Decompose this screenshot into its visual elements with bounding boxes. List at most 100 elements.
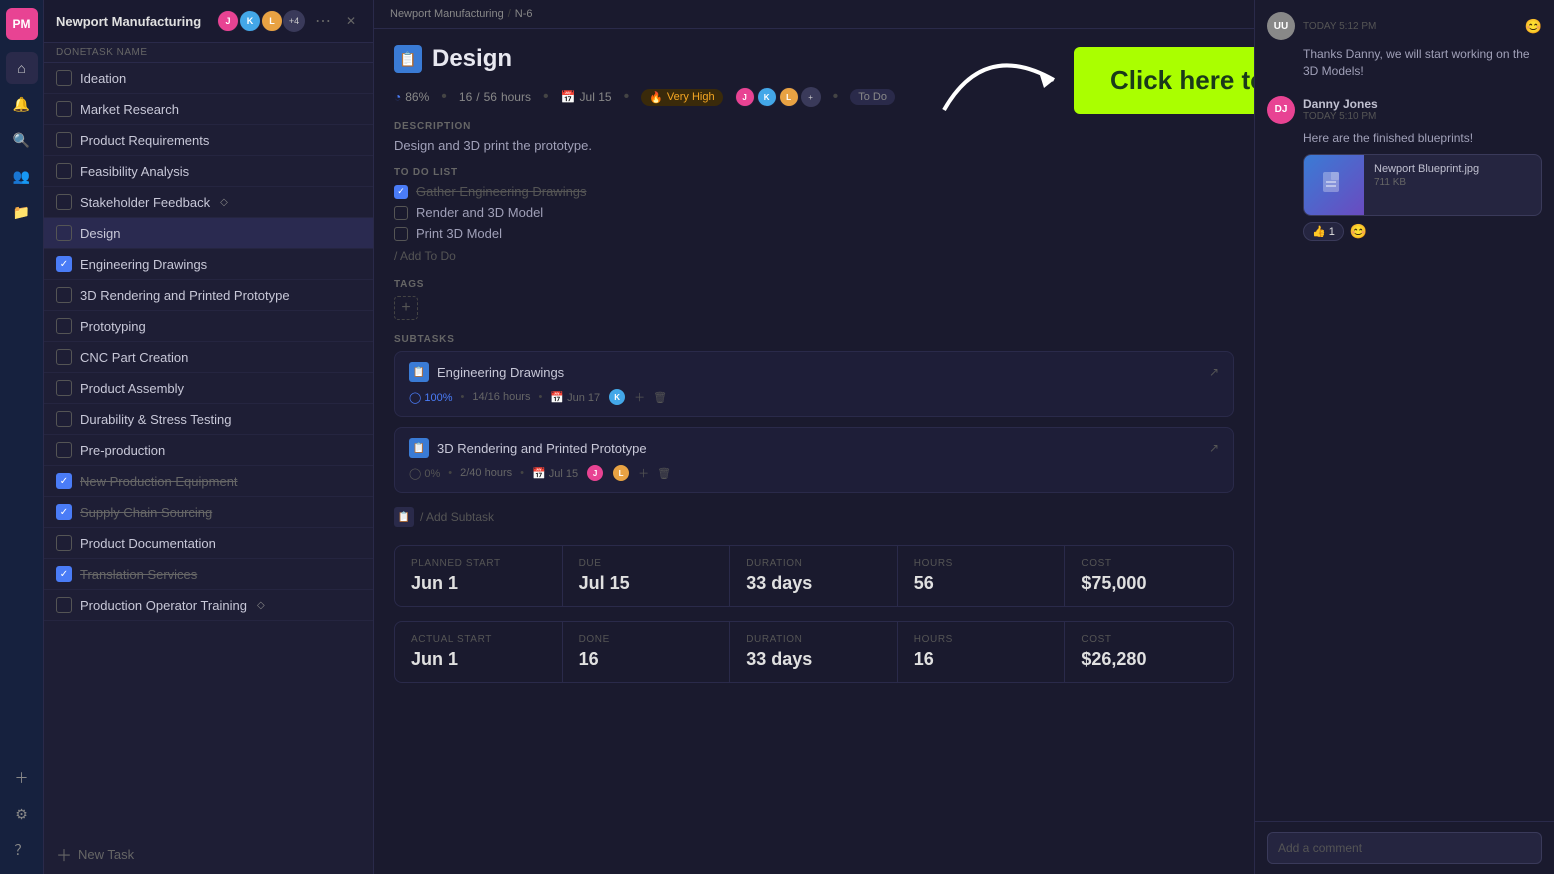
subtask-add-assignee-3d[interactable]: ＋ bbox=[638, 465, 649, 481]
sidebar-icon-search[interactable]: 🔍 bbox=[6, 124, 38, 156]
add-task-row[interactable]: ＋ New Task bbox=[44, 834, 373, 874]
attachment-thumb bbox=[1304, 155, 1364, 215]
attachment-card[interactable]: Newport Blueprint.jpg 711 KB bbox=[1303, 154, 1542, 216]
external-link-icon-engineering[interactable]: ↗ bbox=[1209, 365, 1219, 379]
sidebar-icon-add[interactable]: ＋ bbox=[6, 762, 38, 794]
task-item[interactable]: Product Requirements bbox=[44, 125, 373, 156]
task-checkbox-cnc[interactable] bbox=[56, 349, 72, 365]
add-subtask-row[interactable]: 📋 / Add Subtask bbox=[394, 503, 1234, 531]
task-item[interactable]: Market Research bbox=[44, 94, 373, 125]
assignee-avatar-1: J bbox=[735, 87, 755, 107]
sidebar-icon-people[interactable]: 👥 bbox=[6, 160, 38, 192]
task-item-cnc[interactable]: CNC Part Creation bbox=[44, 342, 373, 373]
task-checkbox-translation[interactable]: ✓ bbox=[56, 566, 72, 582]
meta-progress: ◔ 86% bbox=[394, 90, 429, 104]
duration-label: DURATION bbox=[746, 558, 881, 569]
task-checkbox-ideation[interactable] bbox=[56, 70, 72, 86]
planned-stats-row: PLANNED START Jun 1 DUE Jul 15 DURATION … bbox=[394, 545, 1234, 607]
more-options-icon[interactable]: ⋯ bbox=[313, 11, 333, 31]
stat-done: DONE 16 bbox=[563, 622, 731, 682]
task-item-preproduction[interactable]: Pre-production bbox=[44, 435, 373, 466]
progress-icon: ◔ bbox=[394, 90, 401, 104]
sidebar-icon-settings[interactable]: ⚙ bbox=[6, 798, 38, 830]
task-name-market-research: Market Research bbox=[80, 102, 179, 117]
task-checkbox-3d[interactable] bbox=[56, 287, 72, 303]
task-item-new-equipment[interactable]: ✓ New Production Equipment bbox=[44, 466, 373, 497]
todo-text-gather: Gather Engineering Drawings bbox=[416, 184, 587, 199]
todo-check-render[interactable] bbox=[394, 206, 408, 220]
task-checkbox-product-doc[interactable] bbox=[56, 535, 72, 551]
reaction-thumbs-up[interactable]: 👍 1 bbox=[1303, 222, 1344, 241]
subtask-name-engineering[interactable]: Engineering Drawings bbox=[437, 365, 564, 380]
hours-label: HOURS bbox=[914, 558, 1049, 569]
task-name-cnc: CNC Part Creation bbox=[80, 350, 188, 365]
hours-value: 56 bbox=[914, 573, 1049, 594]
task-checkbox-training[interactable] bbox=[56, 597, 72, 613]
task-name-ideation: Ideation bbox=[80, 71, 126, 86]
comment-input[interactable] bbox=[1267, 832, 1542, 864]
stat-actual-cost: COST $26,280 bbox=[1065, 622, 1233, 682]
comment-avatar-1: UU bbox=[1267, 12, 1295, 40]
cta-banner[interactable]: Click here to start your free trial bbox=[1074, 47, 1254, 114]
hours-done: 16 bbox=[459, 90, 472, 104]
task-checkbox-durability[interactable] bbox=[56, 411, 72, 427]
task-item-product-doc[interactable]: Product Documentation bbox=[44, 528, 373, 559]
reaction-emoji-icon-1[interactable]: 😊 bbox=[1525, 18, 1542, 35]
todo-check-gather[interactable]: ✓ bbox=[394, 185, 408, 199]
external-link-icon-3d[interactable]: ↗ bbox=[1209, 441, 1219, 455]
subtask-name-3d[interactable]: 3D Rendering and Printed Prototype bbox=[437, 441, 647, 456]
add-todo-row[interactable]: / Add To Do bbox=[394, 247, 1234, 265]
sidebar-icon-home[interactable]: ⌂ bbox=[6, 52, 38, 84]
task-checkbox-new-equipment[interactable]: ✓ bbox=[56, 473, 72, 489]
sidebar-icon-folder[interactable]: 📁 bbox=[6, 196, 38, 228]
task-checkbox-design[interactable] bbox=[56, 225, 72, 241]
actual-start-label: ACTUAL START bbox=[411, 634, 546, 645]
task-checkbox-market-research[interactable] bbox=[56, 101, 72, 117]
task-item-assembly[interactable]: Product Assembly bbox=[44, 373, 373, 404]
actual-stats-row: ACTUAL START Jun 1 DONE 16 DURATION 33 d… bbox=[394, 621, 1234, 683]
task-checkbox-preproduction[interactable] bbox=[56, 442, 72, 458]
add-todo-label: / Add To Do bbox=[394, 249, 456, 263]
add-tag-button[interactable]: + bbox=[394, 296, 418, 320]
task-checkbox-assembly[interactable] bbox=[56, 380, 72, 396]
subtask-icon-3d: 📋 bbox=[409, 438, 429, 458]
task-checkbox-supply-chain[interactable]: ✓ bbox=[56, 504, 72, 520]
subtask-delete-engineering[interactable]: 🗑 bbox=[653, 391, 667, 404]
avatar-3: L bbox=[261, 10, 283, 32]
task-item-translation[interactable]: ✓ Translation Services bbox=[44, 559, 373, 590]
task-checkbox-engineering[interactable]: ✓ bbox=[56, 256, 72, 272]
task-item-3d[interactable]: 3D Rendering and Printed Prototype bbox=[44, 280, 373, 311]
subtask-add-assignee-engineering[interactable]: ＋ bbox=[634, 389, 645, 405]
task-item[interactable]: Stakeholder Feedback ◇ bbox=[44, 187, 373, 218]
breadcrumb-project[interactable]: Newport Manufacturing bbox=[390, 8, 504, 20]
assignee-avatar-2: K bbox=[757, 87, 777, 107]
priority-value: Very High bbox=[667, 91, 715, 103]
task-item-prototyping[interactable]: Prototyping bbox=[44, 311, 373, 342]
task-item-supply-chain[interactable]: ✓ Supply Chain Sourcing bbox=[44, 497, 373, 528]
status-badge[interactable]: To Do bbox=[850, 89, 895, 105]
todo-check-print[interactable] bbox=[394, 227, 408, 241]
task-item[interactable]: Feasibility Analysis bbox=[44, 156, 373, 187]
stat-duration: DURATION 33 days bbox=[730, 546, 898, 606]
task-checkbox-feasibility[interactable] bbox=[56, 163, 72, 179]
sidebar-icon-notifications[interactable]: 🔔 bbox=[6, 88, 38, 120]
task-checkbox-product-req[interactable] bbox=[56, 132, 72, 148]
add-reaction-icon[interactable]: 😊 bbox=[1350, 223, 1367, 240]
task-item-design[interactable]: Design bbox=[44, 218, 373, 249]
subtasks-label: SUBTASKS bbox=[394, 334, 1234, 345]
sidebar-icon-help[interactable]: ？ bbox=[6, 834, 38, 866]
task-item-engineering[interactable]: ✓ Engineering Drawings bbox=[44, 249, 373, 280]
subtask-delete-3d[interactable]: 🗑 bbox=[657, 467, 671, 480]
task-item-training[interactable]: Production Operator Training ◇ bbox=[44, 590, 373, 621]
actual-cost-label: COST bbox=[1081, 634, 1217, 645]
diamond-icon-stakeholder: ◇ bbox=[220, 197, 228, 208]
subtask-item-engineering: 📋 Engineering Drawings ↗ ◯ 100% • 14/16 … bbox=[394, 351, 1234, 417]
task-detail: 📋 Design ◔ 86% • 16/56 hours • 📅 Jul 15 … bbox=[374, 29, 1254, 874]
task-checkbox-prototyping[interactable] bbox=[56, 318, 72, 334]
task-item[interactable]: Ideation bbox=[44, 63, 373, 94]
tags-area: + bbox=[394, 296, 1234, 320]
comment-list: UU TODAY 5:12 PM 😊 Thanks Danny, we will… bbox=[1255, 0, 1554, 821]
close-panel-icon[interactable]: ✕ bbox=[341, 11, 361, 31]
task-checkbox-stakeholder[interactable] bbox=[56, 194, 72, 210]
task-item-durability[interactable]: Durability & Stress Testing bbox=[44, 404, 373, 435]
